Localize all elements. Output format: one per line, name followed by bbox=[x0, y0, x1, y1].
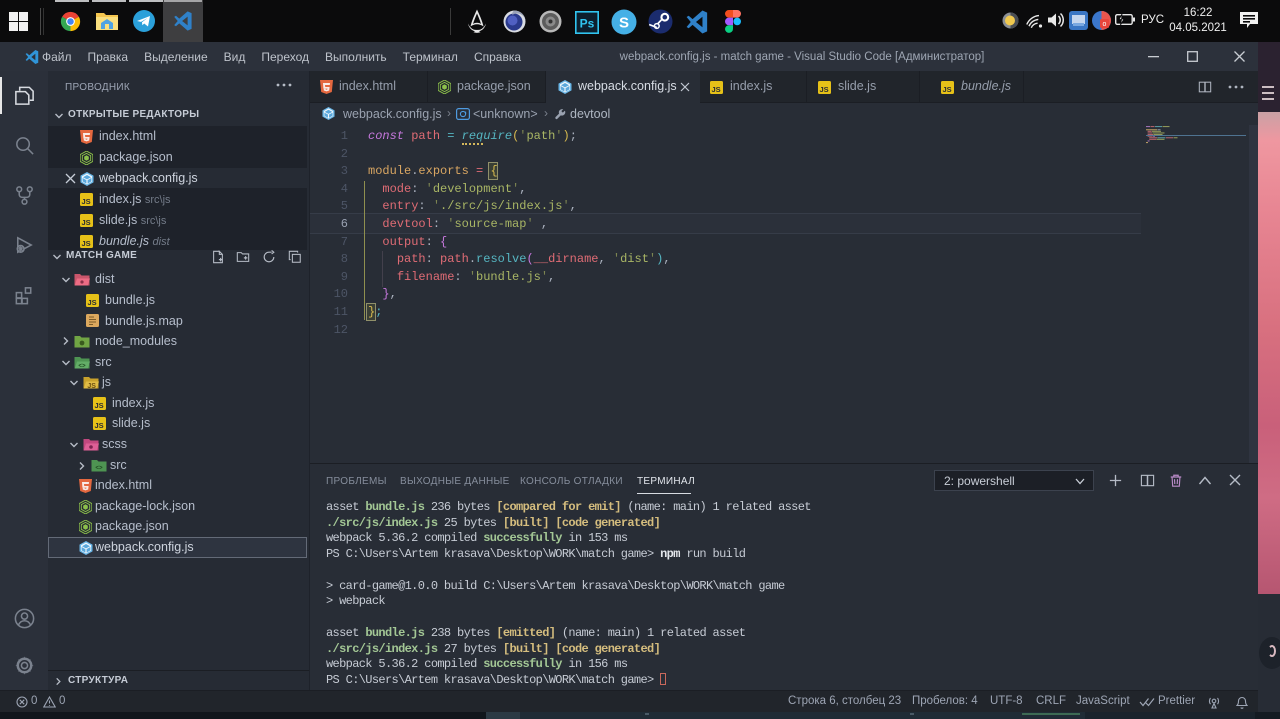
svg-text:JS: JS bbox=[82, 239, 91, 248]
svg-text:JS: JS bbox=[820, 85, 829, 94]
svg-text:JS: JS bbox=[712, 85, 721, 94]
svg-text:JS: JS bbox=[87, 383, 96, 389]
svg-text:JS: JS bbox=[95, 401, 104, 410]
svg-text:JS: JS bbox=[943, 85, 952, 94]
svg-text:JS: JS bbox=[82, 197, 91, 206]
svg-text:<>: <> bbox=[78, 363, 86, 370]
svg-text:<>: <> bbox=[95, 465, 103, 472]
svg-text:Ps: Ps bbox=[580, 17, 595, 31]
svg-text:JS: JS bbox=[95, 421, 104, 430]
svg-text:JS: JS bbox=[88, 298, 97, 307]
svg-text:o: o bbox=[1103, 21, 1107, 28]
svg-text:S: S bbox=[619, 15, 629, 32]
svg-text:JS: JS bbox=[82, 218, 91, 227]
